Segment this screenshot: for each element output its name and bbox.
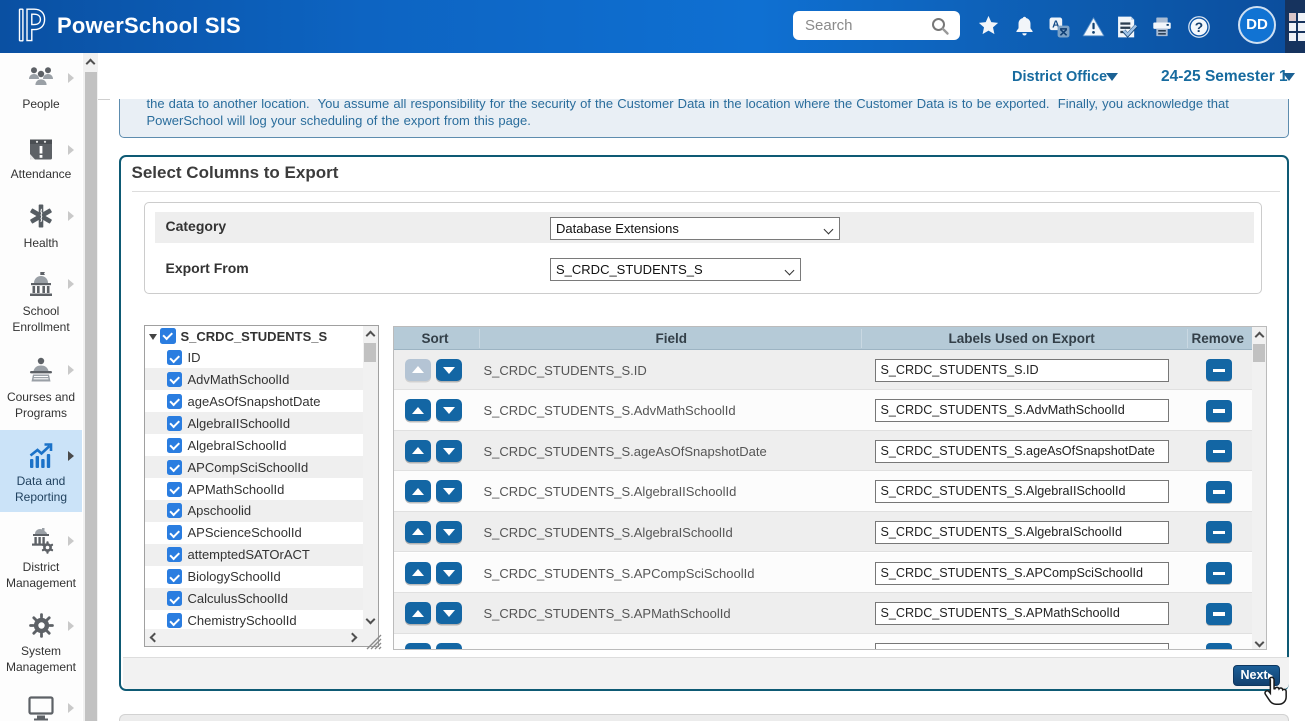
svg-text:?: ? [1195,20,1203,35]
